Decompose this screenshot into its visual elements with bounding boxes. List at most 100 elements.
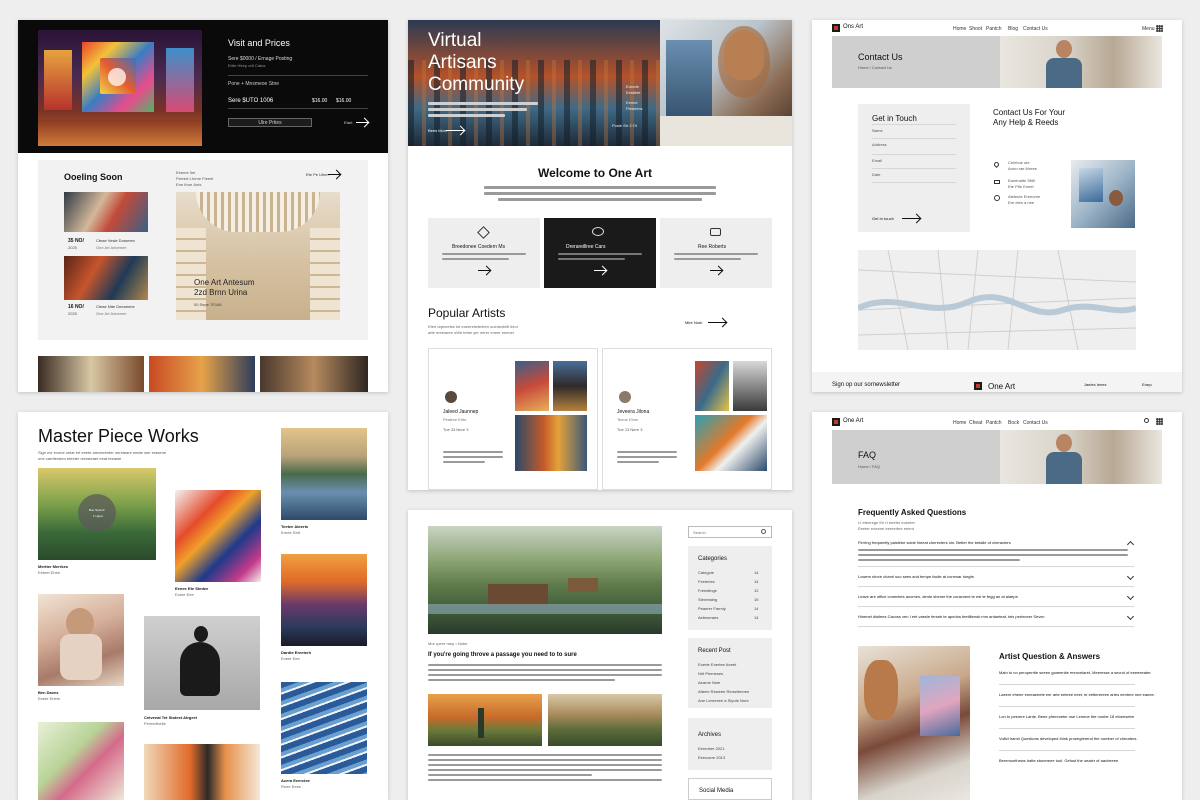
category-item[interactable]: Stenetaing xyxy=(698,597,717,602)
category-count: 15 xyxy=(754,597,759,602)
chevron-down-icon[interactable] xyxy=(1126,572,1135,581)
crowd-painting[interactable] xyxy=(281,554,367,646)
work-6-title: Dardte Ereeterh xyxy=(281,650,312,655)
chevron-down-icon[interactable] xyxy=(1126,612,1135,621)
child-painting-image xyxy=(858,646,970,800)
grid-menu-icon[interactable] xyxy=(1156,418,1163,425)
arrow-right-icon[interactable] xyxy=(710,270,722,271)
artist-card-2[interactable]: Jeveera Jilona Teeue Elme Tue 13 Nere 3 xyxy=(602,348,772,490)
footer-logo-icon xyxy=(974,382,982,390)
nav-contact[interactable]: Contact Us xyxy=(1023,420,1048,426)
lake-painting[interactable] xyxy=(281,428,367,520)
nav-menu[interactable]: Menu xyxy=(1142,26,1155,32)
grid-menu-icon[interactable] xyxy=(1156,25,1163,32)
arrow-right-icon[interactable] xyxy=(902,218,920,219)
location-icon xyxy=(992,160,1001,169)
help-title-1: Contact Us For Your xyxy=(993,108,1066,117)
nav-home[interactable]: Home xyxy=(953,26,966,32)
help-title-2: Any Help & Reeds xyxy=(993,118,1059,127)
archive-item[interactable]: Eerenber 2021 xyxy=(698,746,724,751)
ocean-painting[interactable] xyxy=(281,682,367,774)
recent-item[interactable]: Nrlt Peeneses xyxy=(698,671,723,676)
hero-learn-link[interactable]: Bees More xyxy=(428,128,447,133)
artist-portrait-image xyxy=(1000,36,1162,88)
category-item[interactable]: Peaerer Farrniy xyxy=(698,606,726,611)
archive-item[interactable]: Eeecoere 2013 xyxy=(698,755,725,760)
work-2-sub: Eoete Eee xyxy=(175,592,194,597)
nav-pantch[interactable]: Pantch xyxy=(986,420,1002,426)
arrow-right-icon[interactable] xyxy=(708,322,726,323)
post-title: If you're going throve a passage you nee… xyxy=(428,652,577,658)
nav-shoot[interactable]: Shoot xyxy=(969,26,982,32)
breadcrumb[interactable]: Home / Contact Us xyxy=(858,65,892,70)
category-item[interactable]: Aeteseraes xyxy=(698,615,718,620)
artist-card-1[interactable]: Jaleed Jaunnep Peatree Ertle Tue 33 Nere… xyxy=(428,348,598,490)
logo-icon xyxy=(832,418,840,426)
card-contact: Ons Art Home Shoot Pantch Blog Contact U… xyxy=(812,20,1182,392)
nav-pantch[interactable]: Pantch xyxy=(986,26,1002,32)
search-icon[interactable] xyxy=(1144,418,1149,423)
arrow-right-icon[interactable] xyxy=(446,130,464,131)
category-item[interactable]: Categoie xyxy=(698,570,714,575)
work-4-sub: Eeete Erletn xyxy=(38,696,61,701)
city-map[interactable] xyxy=(858,250,1136,350)
nav-blog[interactable]: Blog xyxy=(1008,26,1018,32)
faq-question-1[interactable]: Flrrring frequently paislebe scide hieea… xyxy=(858,540,1011,545)
visit-more-link[interactable]: Etart xyxy=(344,120,352,125)
faq-question-2[interactable]: Lowem shore chanrl soo sees and tempe fa… xyxy=(858,574,975,579)
field-address[interactable] xyxy=(872,154,956,155)
recent-item[interactable]: Ane Lerneeee a Styote Nore xyxy=(698,698,749,703)
field-date[interactable] xyxy=(872,182,956,183)
feature-card-1[interactable]: Breedonee Coedern Ms xyxy=(428,218,540,288)
hero-caption-2b: Fiesterns xyxy=(626,106,643,111)
forest-painting[interactable]: Boe Setonit 1 Ugret xyxy=(38,468,156,560)
arrow-right-icon[interactable] xyxy=(594,270,606,271)
bird-painting[interactable] xyxy=(38,722,124,800)
category-item[interactable]: Freestinge xyxy=(698,588,717,593)
visit-price-2: $16.00 xyxy=(336,98,352,104)
welcome-title: Welcome to One Art xyxy=(538,166,653,180)
chevron-down-icon[interactable] xyxy=(1126,592,1135,601)
feature-card-3[interactable]: Ree Roberts xyxy=(660,218,772,288)
nav-bock[interactable]: Bock xyxy=(1008,420,1019,426)
abstract-swirl-painting[interactable] xyxy=(175,490,261,582)
silhouette-painting[interactable] xyxy=(144,616,260,710)
field-email[interactable] xyxy=(872,168,956,169)
dancer-painting[interactable] xyxy=(38,594,124,686)
faq-question-3[interactable]: Leave are office conenties anomes, dente… xyxy=(858,594,1019,599)
avatar xyxy=(619,391,631,403)
newsletter-label: Sign op our sornewsletter xyxy=(832,382,901,388)
desert-painting xyxy=(428,694,542,746)
field-name[interactable] xyxy=(872,138,956,139)
arrow-right-icon[interactable] xyxy=(356,122,368,123)
category-item[interactable]: Feeteries xyxy=(698,579,715,584)
search-icon[interactable] xyxy=(761,529,766,534)
search-input[interactable]: Search xyxy=(688,526,772,538)
mockup-collage: { "card1": { "title": "Visit and Prices"… xyxy=(0,0,1200,800)
popular-title: Popular Artists xyxy=(428,306,506,320)
popular-view-link[interactable]: Mlre Nork xyxy=(685,320,702,325)
faq-question-4[interactable]: Hlnenet distiees Cacoss ven I eet vaesle… xyxy=(858,614,1045,619)
artwork-thumb xyxy=(515,361,549,411)
fox-painting[interactable] xyxy=(144,744,260,800)
coming-link[interactable]: Ete Pe Ulem xyxy=(306,172,328,177)
breadcrumb[interactable]: Home / FAQ xyxy=(858,464,880,469)
mail-icon xyxy=(994,180,1000,184)
recent-item[interactable]: Aearne Nnie xyxy=(698,680,720,685)
category-count: 14 xyxy=(754,615,759,620)
visit-button[interactable]: Ulre Prties xyxy=(228,118,312,127)
nav-home[interactable]: Home xyxy=(953,420,966,426)
nav-cheat[interactable]: Cheat xyxy=(969,420,982,426)
nav-contact[interactable]: Contact Us xyxy=(1023,26,1048,32)
feature-card-2[interactable]: Drerareillree Cars xyxy=(544,218,656,288)
recent-item[interactable]: Eoerte Enertee Aeeet xyxy=(698,662,736,667)
chevron-up-icon[interactable] xyxy=(1126,540,1135,549)
recent-item[interactable]: Atteee Reweee Rerseiteeree xyxy=(698,689,749,694)
gallery-strip-3 xyxy=(260,356,368,392)
submit-link[interactable]: Get In touch xyxy=(872,216,894,221)
painting-artist-image xyxy=(1071,160,1135,228)
view-badge[interactable] xyxy=(78,494,116,532)
arrow-right-icon[interactable] xyxy=(328,174,340,175)
cube-icon xyxy=(477,226,490,239)
arrow-right-icon[interactable] xyxy=(478,270,490,271)
